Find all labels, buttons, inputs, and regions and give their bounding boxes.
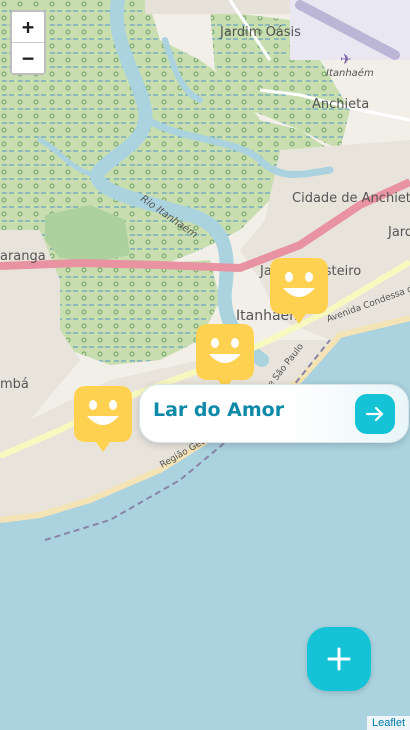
- label-cidade-de-anchieta: Cidade de Anchieta: [292, 191, 410, 206]
- label-anchieta: Anchieta: [312, 97, 369, 112]
- label-jardim-oasis: Jardim Oásis: [219, 25, 301, 40]
- map-marker[interactable]: [196, 324, 254, 390]
- label-jard: Jard: [387, 225, 410, 240]
- plus-icon: [327, 647, 351, 671]
- zoom-control: + −: [10, 10, 46, 75]
- urban-north: [145, 0, 295, 14]
- map-marker[interactable]: [270, 258, 328, 324]
- smiley-icon: [74, 386, 132, 452]
- zoom-out-button[interactable]: −: [12, 42, 44, 73]
- zoom-in-button[interactable]: +: [12, 12, 44, 42]
- popup-open-button[interactable]: [355, 394, 395, 434]
- smiley-icon: [196, 324, 254, 390]
- label-airport: Itanhaém: [326, 67, 374, 79]
- attribution-link[interactable]: Leaflet: [366, 716, 410, 730]
- airplane-icon: ✈: [340, 52, 352, 68]
- marker-popup: Lar do Amor: [139, 384, 409, 443]
- arrow-right-icon: [365, 406, 384, 422]
- label-mba: mbá: [0, 377, 29, 392]
- label-aranga: aranga: [0, 249, 46, 264]
- add-button[interactable]: [307, 627, 371, 691]
- popup-title: Lar do Amor: [153, 399, 285, 421]
- map-marker[interactable]: [74, 386, 132, 452]
- smiley-icon: [270, 258, 328, 324]
